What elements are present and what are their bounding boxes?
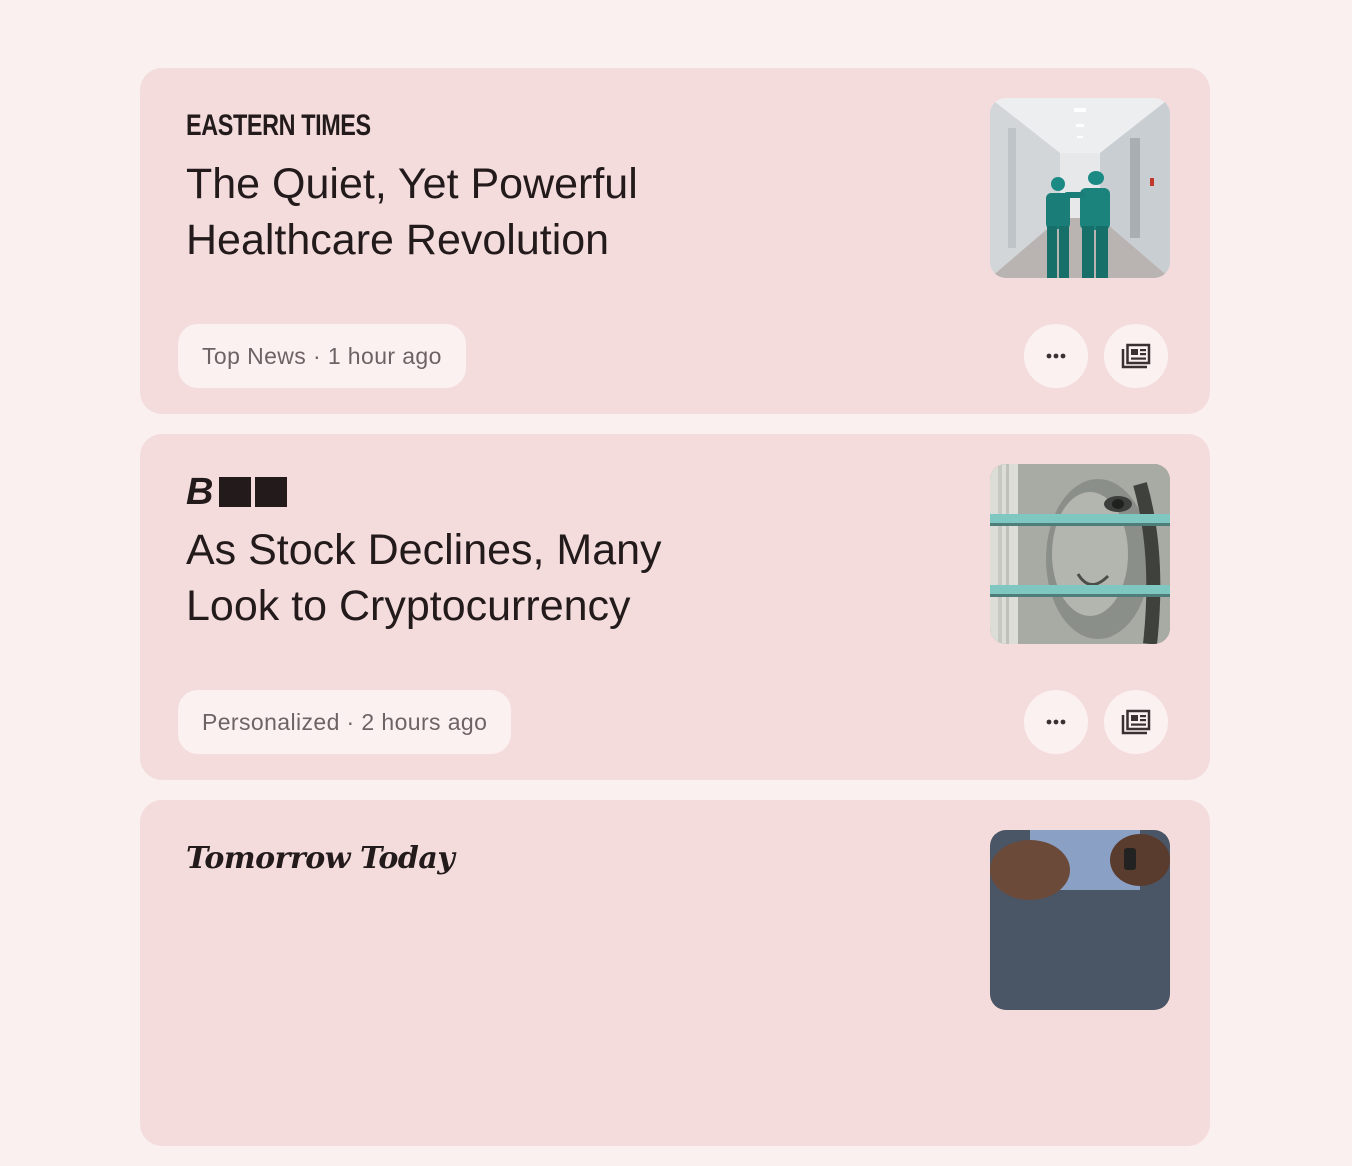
article-headline[interactable]: As Stock Declines, Many Look to Cryptocu… [186,522,726,634]
publisher-logo: EASTERN TIMES [186,108,423,144]
publisher-logo: B [186,471,288,513]
article-thumbnail[interactable] [990,830,1170,1010]
article-meta: Personalized · 2 hours ago [178,690,512,754]
more-options-button[interactable] [1024,324,1088,388]
article-card[interactable]: Tomorrow Today [140,800,1210,1146]
publisher-name: B [186,471,214,513]
logo-block [255,477,288,507]
logo-block [219,477,252,507]
publisher-name: EASTERN TIMES [186,109,371,142]
article-card[interactable]: EASTERN TIMES The Quiet, Yet Powerful He… [140,68,1210,414]
more-options-button[interactable] [1024,690,1088,754]
publisher-logo: Tomorrow Today [186,840,455,876]
newspaper-icon [1121,709,1151,735]
article-card[interactable]: B As Stock Declines, Many Look to Crypto… [140,434,1210,780]
article-thumbnail[interactable] [990,464,1170,644]
full-coverage-button[interactable] [1104,690,1168,754]
article-thumbnail[interactable] [990,98,1170,278]
more-horiz-icon [1044,344,1068,368]
news-feed: EASTERN TIMES The Quiet, Yet Powerful He… [140,68,1210,1166]
publisher-name: Tomorrow Today [186,840,455,876]
article-headline[interactable]: The Quiet, Yet Powerful Healthcare Revol… [186,156,726,268]
more-horiz-icon [1044,710,1068,734]
newspaper-icon [1121,343,1151,369]
article-meta: Top News · 1 hour ago [178,324,466,388]
full-coverage-button[interactable] [1104,324,1168,388]
